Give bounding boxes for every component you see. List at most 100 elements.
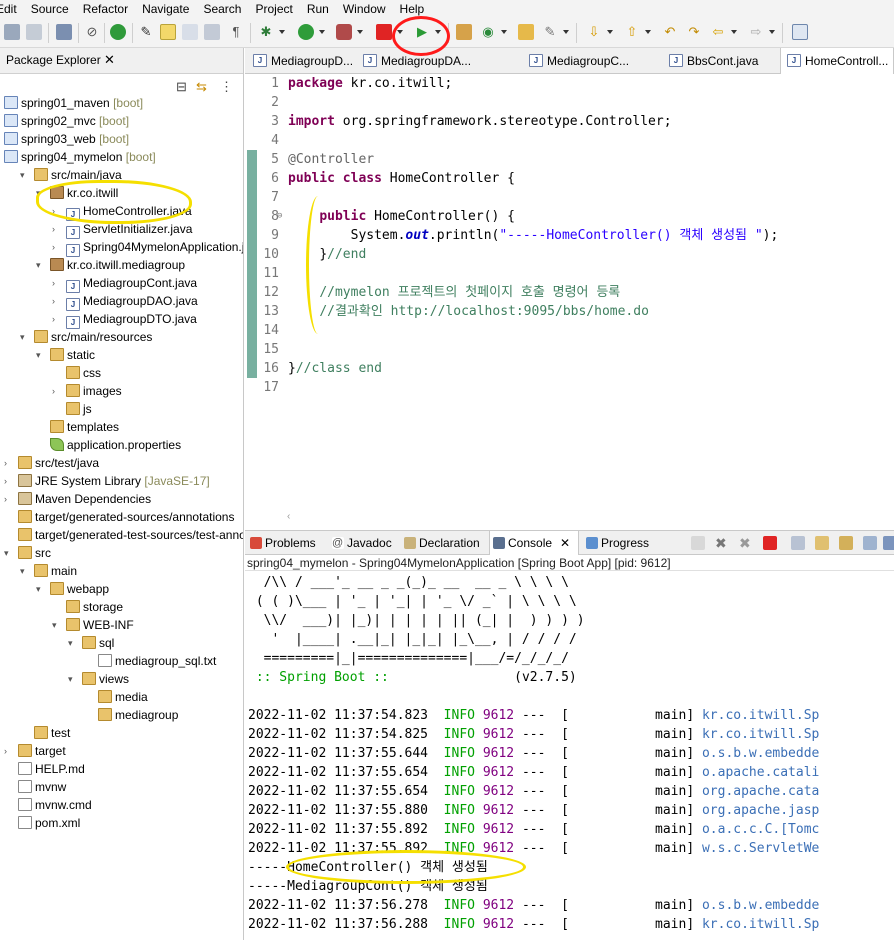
- open-perspective-icon[interactable]: [792, 24, 808, 40]
- tree-item[interactable]: ▾ kr.co.itwill.mediagroup: [36, 256, 185, 274]
- debug-icon[interactable]: ✱: [258, 24, 274, 40]
- tab-mediagroupdto[interactable]: J MediagroupD...: [247, 48, 355, 74]
- code-editor[interactable]: 1 2 3 4 5 6 7 8 9 10 11 12 13 14 15 16 17 ⊖ package kr.c…: [245, 74, 894, 522]
- mark-occurrences-icon[interactable]: ✎: [138, 24, 154, 40]
- log-logger[interactable]: o.apache.catali: [702, 765, 819, 780]
- chevron-down-icon[interactable]: ▾: [20, 328, 25, 346]
- tree-item[interactable]: › J MediagroupCont.java: [52, 274, 197, 293]
- tree-item[interactable]: spring03_web [boot]: [4, 130, 129, 148]
- remove-all-launches-icon[interactable]: ✖: [739, 536, 753, 550]
- stop-icon[interactable]: [376, 24, 392, 40]
- chevron-right-icon[interactable]: ›: [4, 454, 7, 472]
- log-logger[interactable]: org.apache.cata: [702, 784, 819, 799]
- tree-item[interactable]: storage: [52, 598, 123, 616]
- block-selection-icon[interactable]: [182, 24, 198, 40]
- chevron-down-icon[interactable]: ▾: [36, 256, 41, 274]
- chevron-right-icon[interactable]: ›: [52, 310, 55, 328]
- back-icon[interactable]: ⇦: [710, 24, 726, 40]
- tree-item[interactable]: ▾ views: [68, 670, 129, 688]
- log-logger[interactable]: org.apache.jasp: [702, 803, 819, 818]
- menu-refactor[interactable]: Refactor: [77, 0, 136, 18]
- close-icon[interactable]: ✕: [560, 536, 570, 550]
- tab-bbscont[interactable]: J BbsCont.java: [663, 48, 773, 74]
- log-logger[interactable]: kr.co.itwill.Sp: [702, 727, 819, 742]
- tree-item[interactable]: HELP.md: [4, 760, 85, 778]
- package-explorer-title[interactable]: Package Explorer: [6, 53, 101, 67]
- tree-item[interactable]: js: [52, 400, 92, 418]
- tree-item[interactable]: mediagroup: [84, 706, 178, 724]
- tree-item[interactable]: › images: [52, 382, 122, 400]
- menu-help[interactable]: Help: [394, 0, 433, 18]
- fold-icon[interactable]: ⊖: [277, 207, 287, 226]
- tree-item[interactable]: ▾ sql: [68, 634, 114, 652]
- tree-item[interactable]: › J MediagroupDTO.java: [52, 310, 197, 329]
- next-annotation-icon[interactable]: ⇩: [586, 24, 602, 40]
- chevron-right-icon[interactable]: ›: [52, 292, 55, 310]
- tree-item[interactable]: test: [20, 724, 70, 742]
- run-external-tool-icon[interactable]: [336, 24, 352, 40]
- tree-item[interactable]: ▾ src: [4, 544, 51, 562]
- chevron-right-icon[interactable]: ›: [4, 742, 7, 760]
- tree-item[interactable]: › Maven Dependencies: [4, 490, 151, 508]
- chevron-down-icon[interactable]: ▾: [20, 166, 25, 184]
- chevron-right-icon[interactable]: ›: [4, 472, 7, 490]
- link-with-editor-icon[interactable]: ⇆: [196, 79, 207, 95]
- tab-problems[interactable]: Problems: [247, 531, 316, 555]
- tree-item[interactable]: css: [52, 364, 101, 382]
- editor-horizontal-scrollbar[interactable]: ‹: [287, 508, 894, 522]
- menu-navigate[interactable]: Navigate: [136, 0, 197, 18]
- chevron-down-icon[interactable]: ▾: [68, 634, 73, 652]
- tree-item[interactable]: ▾ src/main/resources: [20, 328, 152, 346]
- chevron-down-icon[interactable]: ▾: [36, 580, 41, 598]
- collapse-all-icon[interactable]: ⊟: [176, 79, 187, 95]
- menu-run[interactable]: Run: [301, 0, 337, 18]
- show-whitespace-icon[interactable]: ¶: [228, 24, 244, 40]
- tree-item[interactable]: › JRE System Library [JavaSE-17]: [4, 472, 210, 490]
- forward-history-icon[interactable]: ↷: [686, 24, 702, 40]
- view-menu-icon[interactable]: ⋮: [220, 79, 233, 95]
- new-java-package-icon[interactable]: [456, 24, 472, 40]
- save-icon[interactable]: [4, 24, 20, 40]
- previous-annotation-icon[interactable]: ⇧: [624, 24, 640, 40]
- log-logger[interactable]: o.s.b.w.embedde: [702, 898, 819, 913]
- tree-item[interactable]: › J MediagroupDAO.java: [52, 292, 198, 311]
- menu-search[interactable]: Search: [197, 0, 249, 18]
- tree-item[interactable]: › target: [4, 742, 66, 760]
- save-all-icon[interactable]: [26, 24, 42, 40]
- menu-window[interactable]: Window: [337, 0, 394, 18]
- menu-source[interactable]: Source: [25, 0, 77, 18]
- clear-console-icon[interactable]: [791, 536, 805, 550]
- log-logger[interactable]: o.s.b.w.embedde: [702, 746, 819, 761]
- forward-icon[interactable]: ⇨: [748, 24, 764, 40]
- tree-item[interactable]: application.properties: [36, 436, 181, 454]
- chevron-down-icon[interactable]: ▾: [36, 346, 41, 364]
- tree-item[interactable]: › src/test/java: [4, 454, 99, 472]
- open-task-icon[interactable]: ✎: [542, 24, 558, 40]
- tree-item[interactable]: mediagroup_sql.txt: [84, 652, 216, 670]
- tree-item[interactable]: spring02_mvc [boot]: [4, 112, 129, 130]
- tree-item[interactable]: ▾ main: [20, 562, 77, 580]
- show-on-output-icon[interactable]: [863, 536, 877, 550]
- open-console-icon[interactable]: [883, 536, 894, 550]
- chevron-right-icon[interactable]: ›: [52, 238, 55, 256]
- scroll-lock-icon[interactable]: [815, 536, 829, 550]
- word-wrap-console-icon[interactable]: [839, 536, 853, 550]
- log-logger[interactable]: o.a.c.c.C.[Tomc: [702, 822, 819, 837]
- log-logger[interactable]: w.s.c.ServletWe: [702, 841, 819, 856]
- terminate-icon[interactable]: [763, 536, 777, 550]
- open-type-icon[interactable]: [518, 24, 534, 40]
- chevron-down-icon[interactable]: ▾: [52, 616, 57, 634]
- last-edit-location-icon[interactable]: ↶: [662, 24, 678, 40]
- chevron-down-icon[interactable]: ▾: [20, 562, 25, 580]
- word-wrap-icon[interactable]: [204, 24, 220, 40]
- menu-edit[interactable]: Edit: [0, 0, 25, 18]
- chevron-right-icon[interactable]: ›: [52, 274, 55, 292]
- tab-progress[interactable]: Progress: [583, 531, 649, 555]
- tab-homecontroller[interactable]: J HomeControll...: [780, 48, 894, 74]
- tree-item[interactable]: ▾ static: [36, 346, 95, 364]
- terminal-icon[interactable]: [56, 24, 72, 40]
- tree-item[interactable]: spring01_maven [boot]: [4, 94, 143, 112]
- close-icon[interactable]: ✕: [104, 52, 115, 68]
- tree-item[interactable]: ▾ WEB-INF: [52, 616, 134, 634]
- tab-declaration[interactable]: Declaration: [401, 531, 480, 555]
